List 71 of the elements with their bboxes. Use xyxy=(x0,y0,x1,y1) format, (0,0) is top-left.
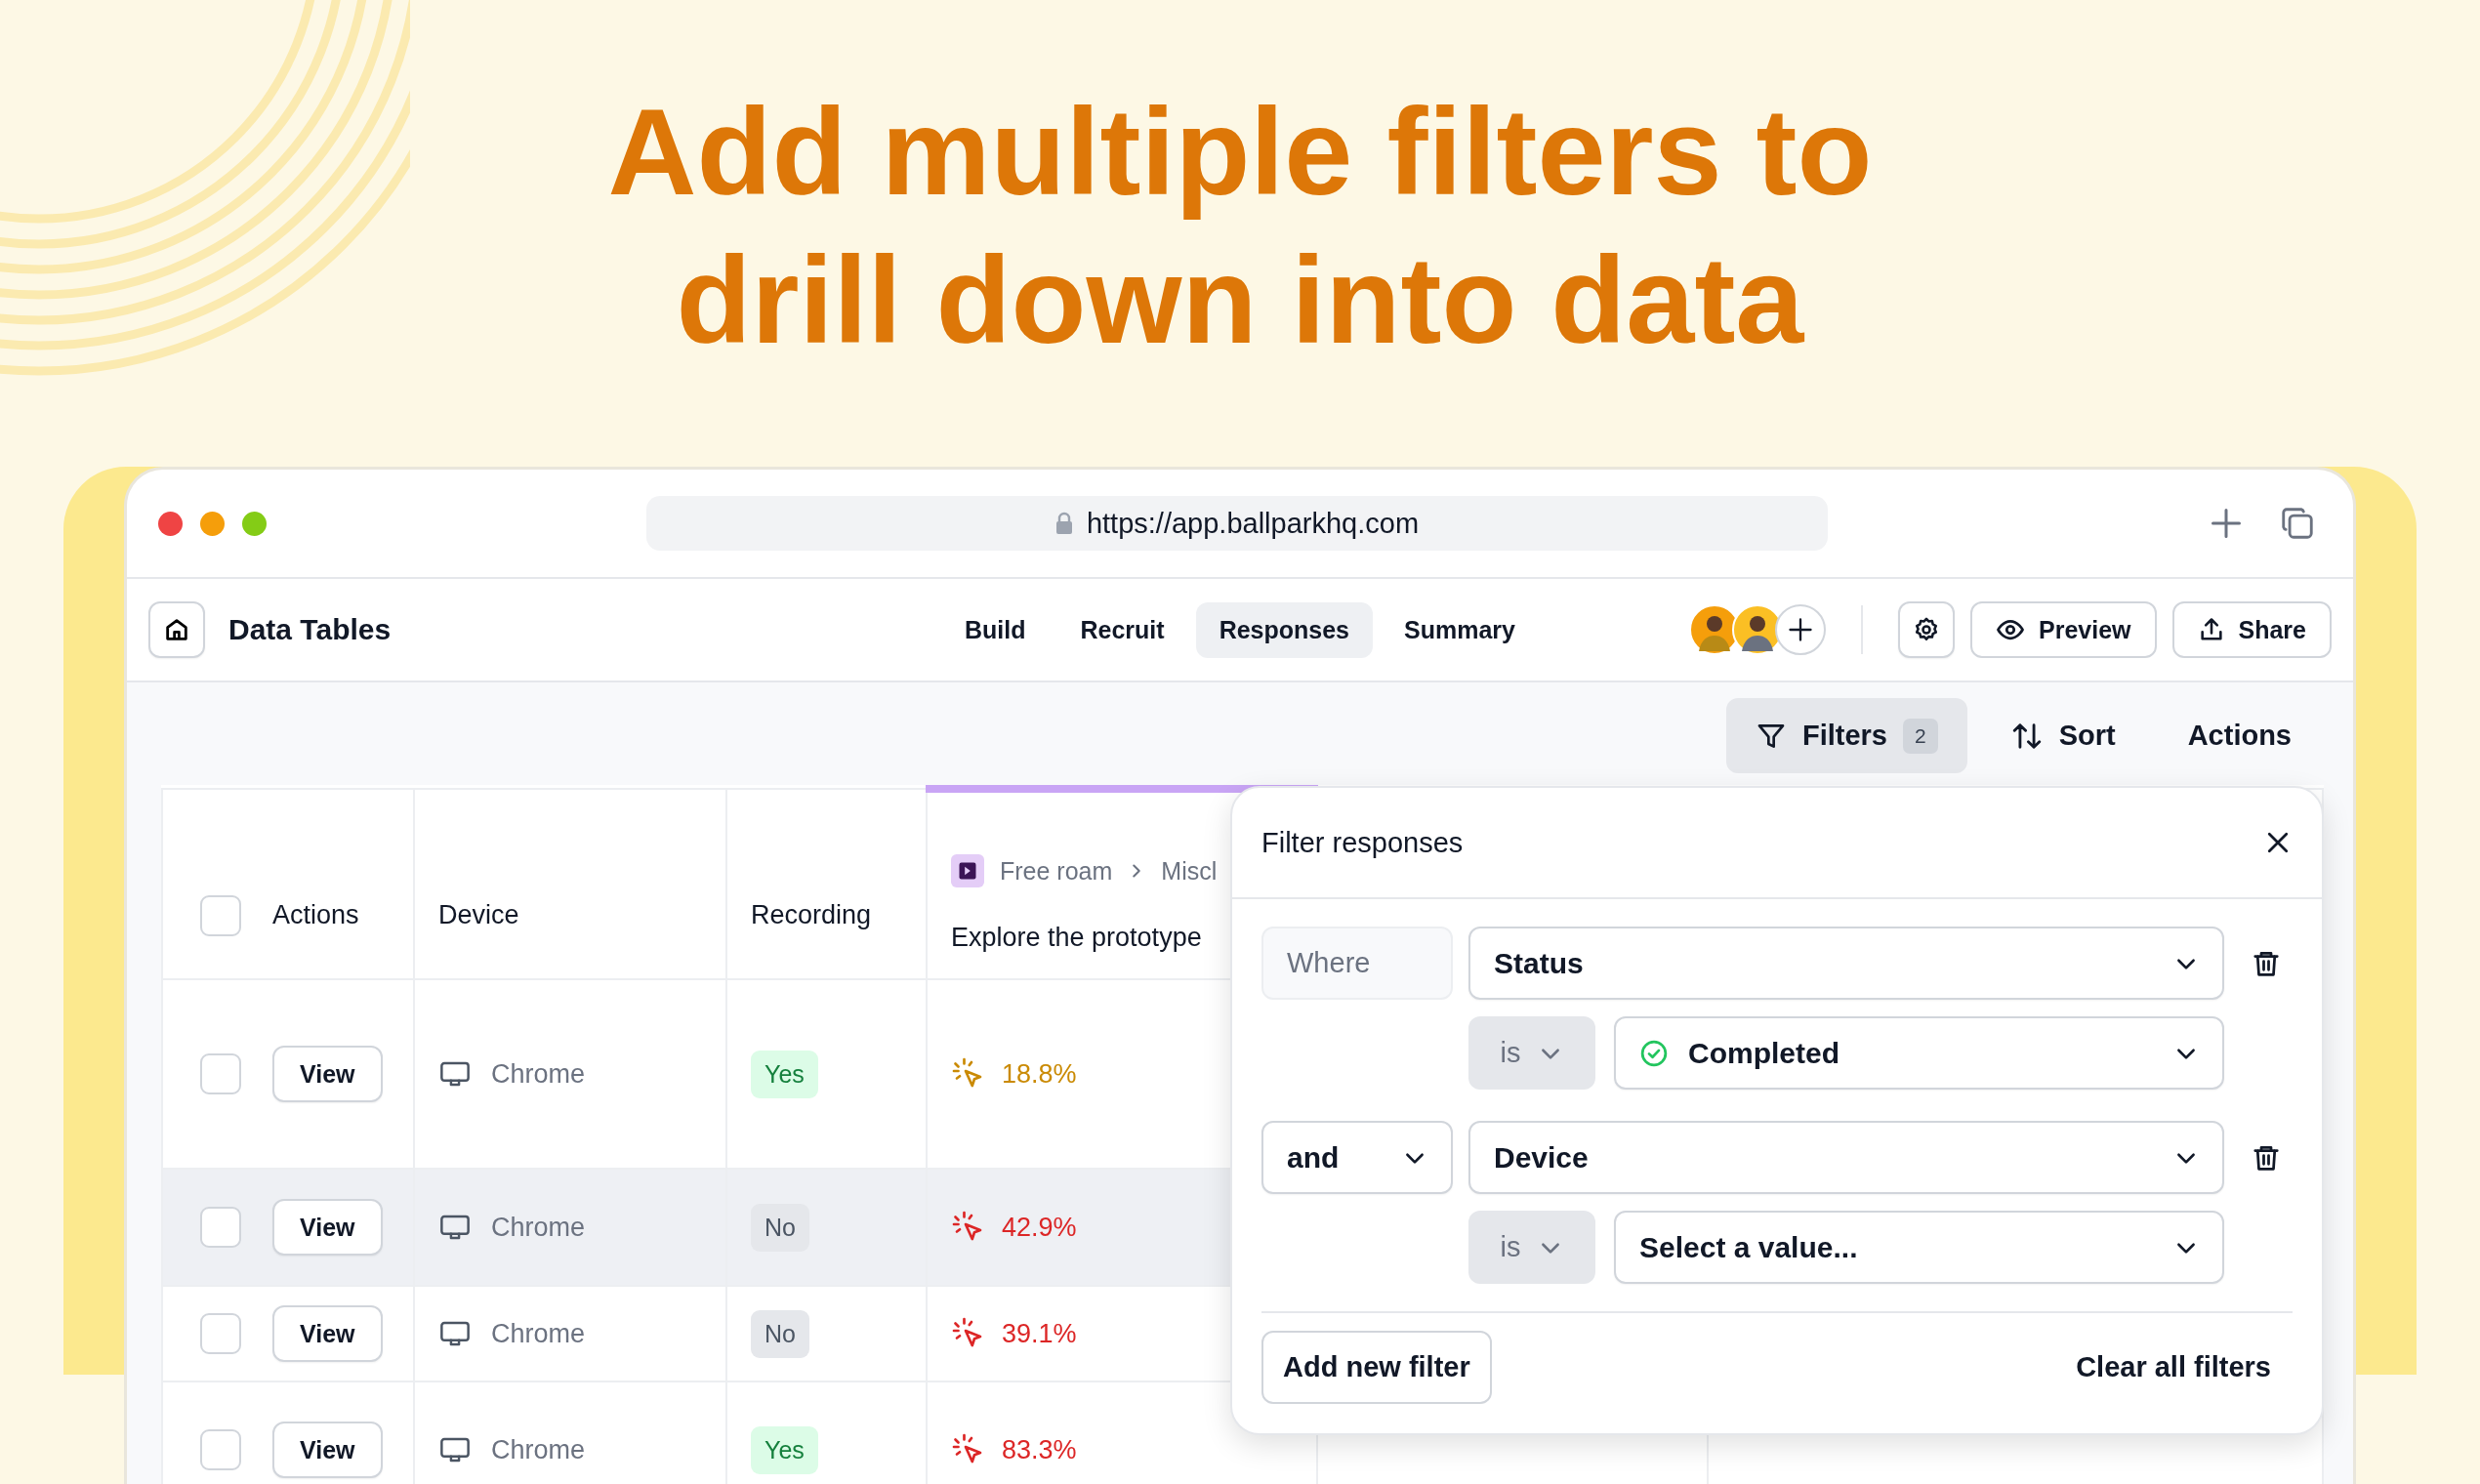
settings-icon xyxy=(1913,616,1940,643)
home-button[interactable] xyxy=(148,601,205,658)
home-icon xyxy=(163,616,190,643)
nav-tab[interactable]: Summary xyxy=(1381,601,1539,658)
column-header: Recording xyxy=(751,900,872,929)
video-icon xyxy=(951,854,984,887)
monitor-icon xyxy=(438,1435,472,1464)
settings-button[interactable] xyxy=(1898,601,1955,658)
column-header: Actions xyxy=(272,900,359,930)
view-button[interactable]: View xyxy=(272,1422,383,1478)
recording-badge: Yes xyxy=(751,1425,818,1474)
minimize-dot[interactable] xyxy=(200,511,225,536)
breadcrumb-item[interactable]: Free roam xyxy=(1000,856,1113,886)
nav-tab[interactable]: Recruit xyxy=(1056,601,1188,658)
field-dropdown[interactable]: Status xyxy=(1468,927,2224,1000)
checkbox[interactable] xyxy=(200,1053,241,1094)
new-tab-icon xyxy=(2209,506,2244,541)
add-collaborator-button[interactable] xyxy=(1775,604,1826,655)
view-button[interactable]: View xyxy=(272,1199,383,1256)
monitor-icon xyxy=(438,1213,472,1242)
page-title: Data Tables xyxy=(228,613,392,646)
copy-icon xyxy=(2279,505,2316,542)
success-rate: 42.9% xyxy=(1002,1212,1077,1243)
filter-count: 2 xyxy=(1902,718,1938,754)
url-text: https://app.ballparkhq.com xyxy=(1086,507,1420,540)
checkbox[interactable] xyxy=(200,1429,241,1470)
success-rate: 83.3% xyxy=(1002,1434,1077,1465)
checkbox[interactable] xyxy=(200,1313,241,1354)
nav-tab[interactable]: Responses xyxy=(1195,601,1374,658)
recording-badge: No xyxy=(751,1203,809,1252)
device-name: Chrome xyxy=(491,1434,586,1465)
success-rate: 18.8% xyxy=(1002,1058,1077,1090)
where-label: Where xyxy=(1261,927,1453,1000)
preview-button[interactable]: Preview xyxy=(1970,601,2157,658)
filters-button[interactable]: Filters 2 xyxy=(1725,698,1967,773)
operator-dropdown[interactable]: is xyxy=(1468,1016,1595,1090)
address-bar[interactable]: https://app.ballparkhq.com xyxy=(646,496,1828,551)
plus-icon xyxy=(1787,616,1814,643)
success-rate: 39.1% xyxy=(1002,1318,1077,1349)
monitor-icon xyxy=(438,1319,472,1348)
view-button[interactable]: View xyxy=(272,1046,383,1102)
column-header: Device xyxy=(438,900,519,929)
add-filter-button[interactable]: Add new filter xyxy=(1261,1331,1492,1404)
value-dropdown[interactable]: Completed xyxy=(1614,1016,2224,1090)
nav-tab[interactable]: Build xyxy=(941,601,1050,658)
device-name: Chrome xyxy=(491,1318,586,1349)
check-circle-icon xyxy=(1639,1038,1669,1068)
value-dropdown[interactable]: Select a value... xyxy=(1614,1211,2224,1284)
view-button[interactable]: View xyxy=(272,1305,383,1362)
close-dot[interactable] xyxy=(158,511,183,536)
conjunction-dropdown[interactable]: and xyxy=(1261,1121,1453,1194)
field-dropdown[interactable]: Device xyxy=(1468,1121,2224,1194)
device-name: Chrome xyxy=(491,1058,586,1090)
recording-badge: Yes xyxy=(751,1050,818,1098)
actions-button[interactable]: Actions xyxy=(2158,698,2321,773)
sort-button[interactable]: Sort xyxy=(1980,698,2145,773)
checkbox[interactable] xyxy=(200,894,241,936)
lock-icon xyxy=(1054,512,1073,535)
checkbox[interactable] xyxy=(200,1207,241,1248)
maximize-dot[interactable] xyxy=(242,511,267,536)
operator-dropdown[interactable]: is xyxy=(1468,1211,1595,1284)
device-name: Chrome xyxy=(491,1212,586,1243)
clear-filters-button[interactable]: Clear all filters xyxy=(2076,1351,2293,1383)
breadcrumb-item[interactable]: Miscl xyxy=(1161,856,1218,886)
headline: Add multiple filters to xyxy=(606,82,1874,223)
headline: drill down into data xyxy=(675,230,1805,371)
monitor-icon xyxy=(438,1059,472,1089)
recording-badge: No xyxy=(751,1309,809,1358)
column-header: Explore the prototype xyxy=(951,923,1202,952)
panel-title: Filter responses xyxy=(1261,826,1464,859)
share-button[interactable]: Share xyxy=(2171,601,2332,658)
